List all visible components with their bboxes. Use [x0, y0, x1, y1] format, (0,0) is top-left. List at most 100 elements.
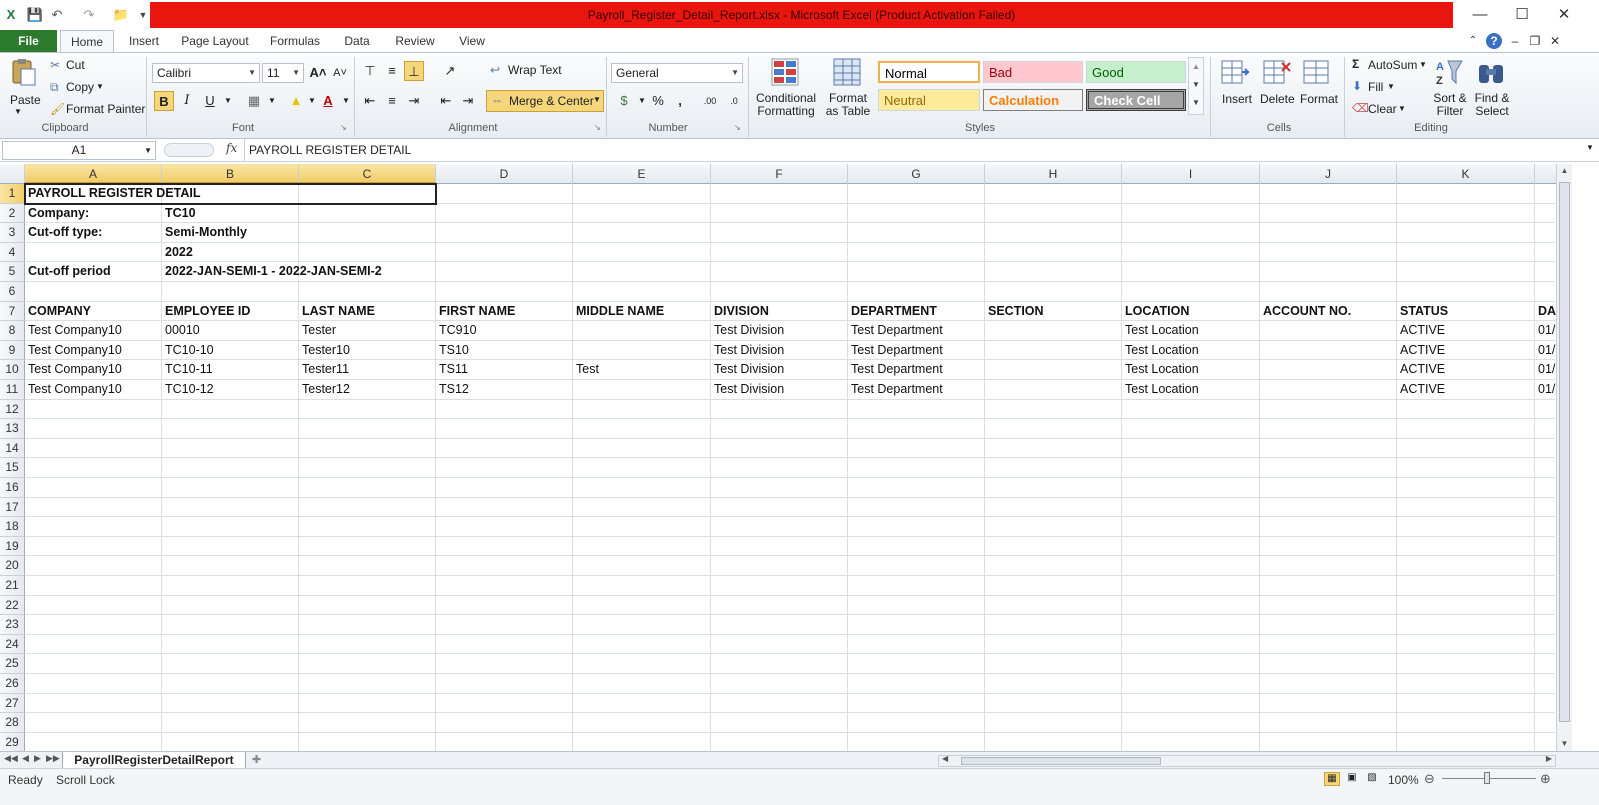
autosum-button[interactable]: AutoSum	[1368, 58, 1417, 72]
worksheet-grid[interactable]: ABCDEFGHIJK 1 2 3 4 5 6 7 8 9 10 11 12 13 14 15 16 17 18 1…	[0, 164, 1556, 751]
vertical-scroll-thumb[interactable]	[1559, 182, 1570, 722]
cell-f8[interactable]: Test Division	[712, 321, 784, 340]
cell-k7[interactable]: STATUS	[1398, 302, 1448, 321]
number-format-select[interactable]: General ▼	[611, 63, 743, 83]
row-header-14[interactable]: 14	[0, 438, 25, 459]
column-header-f[interactable]: F	[711, 164, 848, 184]
row-header-12[interactable]: 12	[0, 399, 25, 420]
style-normal[interactable]: Normal	[878, 61, 980, 83]
style-bad[interactable]: Bad	[983, 61, 1083, 83]
column-header-h[interactable]: H	[985, 164, 1122, 184]
increase-indent-icon[interactable]: ⇥	[458, 91, 478, 111]
column-header-d[interactable]: D	[436, 164, 573, 184]
row-header-28[interactable]: 28	[0, 713, 25, 733]
borders-icon[interactable]: ▦	[244, 91, 264, 111]
cell-c8[interactable]: Tester	[300, 321, 336, 340]
cell-k9[interactable]: 01/	[1536, 341, 1555, 360]
cell-g11[interactable]: Test Department	[849, 380, 943, 399]
cell-j7[interactable]: ACCOUNT NO.	[1261, 302, 1351, 321]
row-header-9[interactable]: 9	[0, 340, 25, 361]
scroll-right-icon[interactable]: ▶	[1546, 754, 1552, 763]
cell-g8[interactable]: Test Department	[849, 321, 943, 340]
conditional-formatting-button[interactable]: Conditional Formatting	[755, 92, 817, 118]
align-bottom-icon[interactable]: ⊥	[404, 61, 424, 81]
minimize-button[interactable]: —	[1460, 4, 1500, 26]
cell-f7[interactable]: DIVISION	[712, 302, 769, 321]
column-header-j[interactable]: J	[1260, 164, 1397, 184]
row-header-21[interactable]: 21	[0, 576, 25, 596]
cell-g9[interactable]: Test Department	[849, 341, 943, 360]
cell-c11[interactable]: Tester12	[300, 380, 350, 399]
number-dialog-launcher-icon[interactable]: ↘	[734, 123, 741, 132]
open-folder-icon[interactable]: 📁	[112, 6, 130, 24]
bold-button[interactable]: B	[154, 91, 174, 111]
percent-style-icon[interactable]: %	[648, 91, 668, 111]
row-header-29[interactable]: 29	[0, 732, 25, 751]
row-header-25[interactable]: 25	[0, 654, 25, 674]
row-header-19[interactable]: 19	[0, 536, 25, 557]
cell-k10[interactable]: 01/	[1536, 360, 1555, 379]
borders-dropdown-icon[interactable]: ▼	[262, 91, 282, 111]
column-header-partial[interactable]	[1535, 164, 1556, 184]
comma-style-icon[interactable]: ,	[670, 91, 690, 111]
align-middle-icon[interactable]: ≡	[382, 61, 402, 81]
tab-page-layout[interactable]: Page Layout	[176, 30, 254, 52]
accounting-format-icon[interactable]: $	[614, 91, 634, 111]
last-sheet-icon[interactable]: ▶▶	[46, 753, 60, 764]
conditional-formatting-icon[interactable]	[770, 57, 800, 87]
minimize-workbook-icon[interactable]: –	[1508, 30, 1522, 52]
row-header-24[interactable]: 24	[0, 634, 25, 655]
row-header-22[interactable]: 22	[0, 595, 25, 616]
format-painter-button[interactable]: Format Painter	[66, 102, 145, 116]
cell-b3[interactable]: Semi-Monthly	[163, 223, 247, 242]
cell-k8[interactable]: 01/	[1536, 321, 1555, 340]
autosum-dropdown-icon[interactable]: ▼	[1419, 60, 1427, 69]
insert-cells-icon[interactable]	[1220, 57, 1250, 87]
vertical-scrollbar[interactable]: ▲ ▼	[1556, 164, 1572, 751]
font-dialog-launcher-icon[interactable]: ↘	[340, 123, 347, 132]
copy-button[interactable]: Copy	[66, 80, 94, 94]
cell-e7[interactable]: MIDDLE NAME	[574, 302, 664, 321]
font-size-select[interactable]: 11 ▼	[262, 63, 304, 83]
close-button[interactable]: ✕	[1544, 4, 1584, 26]
font-color-icon[interactable]: A	[318, 91, 338, 111]
row-header-4[interactable]: 4	[0, 242, 25, 263]
tab-view[interactable]: View	[452, 30, 492, 52]
cell-g10[interactable]: Test Department	[849, 360, 943, 379]
normal-view-icon[interactable]: ▦	[1324, 772, 1340, 786]
row-header-23[interactable]: 23	[0, 615, 25, 635]
cell-f11[interactable]: Test Division	[712, 380, 784, 399]
paste-icon[interactable]	[8, 57, 38, 87]
style-neutral[interactable]: Neutral	[878, 89, 980, 111]
cell-d11[interactable]: TS12	[437, 380, 469, 399]
tab-data[interactable]: Data	[336, 30, 378, 52]
row-header-7[interactable]: 7	[0, 301, 25, 322]
underline-dropdown-icon[interactable]: ▼	[218, 91, 238, 111]
maximize-button[interactable]: ☐	[1502, 4, 1542, 26]
row-header-16[interactable]: 16	[0, 478, 25, 498]
font-color-dropdown-icon[interactable]: ▼	[336, 91, 356, 111]
cell-c9[interactable]: Tester10	[300, 341, 350, 360]
row-header-20[interactable]: 20	[0, 556, 25, 576]
insert-sheet-icon[interactable]: ✚	[252, 753, 261, 766]
name-box[interactable]: A1 ▼	[2, 141, 156, 160]
cell-g7[interactable]: DEPARTMENT	[849, 302, 937, 321]
style-calculation[interactable]: Calculation	[983, 89, 1083, 111]
select-all-button[interactable]	[0, 164, 25, 184]
cell-a2[interactable]: Company:	[26, 204, 89, 223]
cell-e10[interactable]: Test	[574, 360, 599, 379]
cell-a9[interactable]: Test Company10	[26, 341, 122, 360]
row-header-5[interactable]: 5	[0, 262, 25, 282]
increase-decimal-icon[interactable]: .00	[700, 91, 720, 111]
cell-f9[interactable]: Test Division	[712, 341, 784, 360]
cell-k10[interactable]: ACTIVE	[1398, 360, 1445, 379]
more-styles-icon[interactable]: ▼	[1189, 94, 1203, 112]
cell-d10[interactable]: TS11	[437, 360, 468, 379]
scroll-up-icon[interactable]: ▲	[1557, 164, 1572, 178]
tab-formulas[interactable]: Formulas	[264, 30, 326, 52]
scroll-up-icon[interactable]: ▲	[1189, 58, 1203, 76]
decrease-indent-icon[interactable]: ⇤	[436, 91, 456, 111]
cell-a8[interactable]: Test Company10	[26, 321, 122, 340]
cell-i11[interactable]: Test Location	[1123, 380, 1199, 399]
save-icon[interactable]: 💾	[26, 6, 44, 24]
